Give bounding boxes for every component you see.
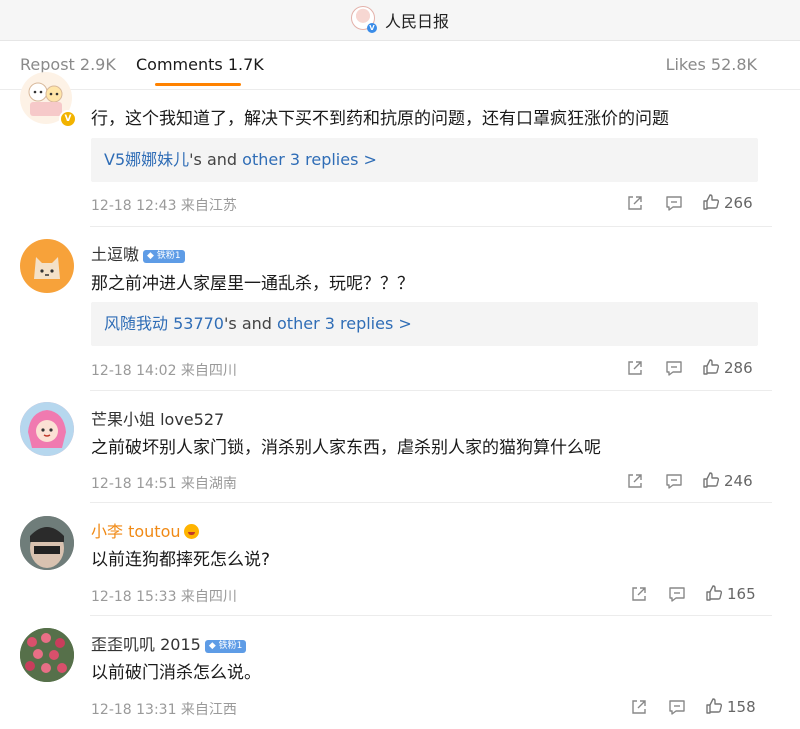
fan-badge: ◆ 铁粉1 <box>143 250 185 263</box>
comment-item: 歪歪叽叽 2015 ◆ 铁粉1 以前破门消杀怎么说。 12-18 13:31 来自… <box>0 616 800 729</box>
avatar[interactable] <box>20 516 74 570</box>
like-button[interactable]: 246 <box>702 471 753 491</box>
comment-text: 行，这个我知道了，解决下买不到药和抗原的问题，还有口罩疯狂涨价的问题 <box>91 109 669 129</box>
like-button[interactable]: 266 <box>702 193 753 213</box>
page-title: 人民日报 <box>384 12 449 31</box>
replies-link[interactable]: 风随我动 53770's and other 3 replies > <box>91 302 758 346</box>
like-button[interactable]: 286 <box>702 358 753 378</box>
thumbs-up-icon <box>703 472 720 488</box>
comment-icon[interactable] <box>668 698 686 716</box>
comment-time: 12-18 12:43 来自江苏 <box>91 198 237 214</box>
comment-icon[interactable] <box>665 359 683 377</box>
comment-item: 芒果小姐 love527 之前破坏别人家门锁，消杀别人家东西，虐杀别人家的猫狗算… <box>0 391 800 502</box>
like-count: 286 <box>724 359 753 377</box>
username-text[interactable]: 歪歪叽叽 2015 <box>91 635 201 654</box>
share-icon[interactable] <box>630 698 648 716</box>
replies-link[interactable]: V5娜娜妹儿's and other 3 replies > <box>91 138 758 182</box>
replies-connector: 's and <box>189 150 243 169</box>
fan-badge-label: 铁粉1 <box>218 641 243 651</box>
more-replies[interactable]: other 3 replies > <box>277 314 412 333</box>
thumbs-up-icon <box>706 585 723 601</box>
thumbs-up-icon <box>706 698 723 714</box>
tab-bar: Repost 2.9K Comments 1.7K Likes 52.8K <box>0 41 800 90</box>
share-icon[interactable] <box>630 585 648 603</box>
like-count: 165 <box>727 585 756 603</box>
people-daily-avatar[interactable]: V <box>350 6 377 33</box>
comment-icon[interactable] <box>668 585 686 603</box>
share-icon[interactable] <box>626 194 644 212</box>
comment-time: 12-18 13:31 来自江西 <box>91 702 237 718</box>
tab-comments[interactable]: Comments 1.7K <box>136 55 264 74</box>
comment-text: 那之前冲进人家屋里一通乱杀，玩呢？？？ <box>91 274 414 294</box>
comment-time: 12-18 14:02 来自四川 <box>91 363 237 379</box>
comment-text: 以前连狗都摔死怎么说? <box>91 550 271 570</box>
comment-item: 土逗嗷 ◆ 铁粉1 那之前冲进人家屋里一通乱杀，玩呢？？？ 风随我动 53770'… <box>0 227 800 390</box>
comment-text: 之前破坏别人家门锁，消杀别人家东西，虐杀别人家的猫狗算什么呢 <box>91 438 601 458</box>
tab-repost[interactable]: Repost 2.9K <box>20 55 116 74</box>
share-icon[interactable] <box>626 472 644 490</box>
username[interactable]: 小李 toutou <box>91 518 199 542</box>
username[interactable]: 芒果小姐 love527 <box>91 406 224 430</box>
avatar[interactable] <box>20 402 74 456</box>
like-button[interactable]: 158 <box>705 697 756 717</box>
comment-text: 以前破门消杀怎么说。 <box>91 663 261 683</box>
username-text[interactable]: 土逗嗷 <box>91 245 139 264</box>
avatar[interactable] <box>20 239 74 293</box>
username-text[interactable]: 小李 toutou <box>91 522 181 541</box>
more-replies[interactable]: other 3 replies > <box>242 150 377 169</box>
comment-time: 12-18 14:51 来自湖南 <box>91 476 237 492</box>
active-tab-indicator <box>155 83 241 86</box>
reply-author[interactable]: 风随我动 53770 <box>104 314 224 333</box>
comment-item: V 行，这个我知道了，解决下买不到药和抗原的问题，还有口罩疯狂涨价的问题 V5娜… <box>0 72 800 226</box>
tab-likes[interactable]: Likes 52.8K <box>666 55 757 74</box>
weibo-header: V 人民日报 <box>0 0 800 41</box>
comment-item: 小李 toutou 以前连狗都摔死怎么说? 12-18 15:33 来自四川 1… <box>0 503 800 615</box>
like-button[interactable]: 165 <box>705 584 756 604</box>
comment-icon[interactable] <box>665 194 683 212</box>
like-count: 266 <box>724 194 753 212</box>
thumbs-up-icon <box>703 359 720 375</box>
avatar[interactable] <box>20 628 74 682</box>
like-count: 158 <box>727 698 756 716</box>
thumbs-up-icon <box>703 194 720 210</box>
fan-badge-label: 铁粉1 <box>156 251 181 261</box>
comment-icon[interactable] <box>665 472 683 490</box>
share-icon[interactable] <box>626 359 644 377</box>
verified-icon: V <box>59 110 77 128</box>
replies-connector: 's and <box>224 314 278 333</box>
like-count: 246 <box>724 472 753 490</box>
username[interactable]: 土逗嗷 ◆ 铁粉1 <box>91 241 185 265</box>
reply-author[interactable]: V5娜娜妹儿 <box>104 150 189 169</box>
verified-icon: V <box>366 23 377 33</box>
username[interactable]: 歪歪叽叽 2015 ◆ 铁粉1 <box>91 631 247 655</box>
emoji-badge-icon <box>183 524 199 539</box>
comment-time: 12-18 15:33 来自四川 <box>91 589 237 605</box>
fan-badge: ◆ 铁粉1 <box>204 640 247 653</box>
